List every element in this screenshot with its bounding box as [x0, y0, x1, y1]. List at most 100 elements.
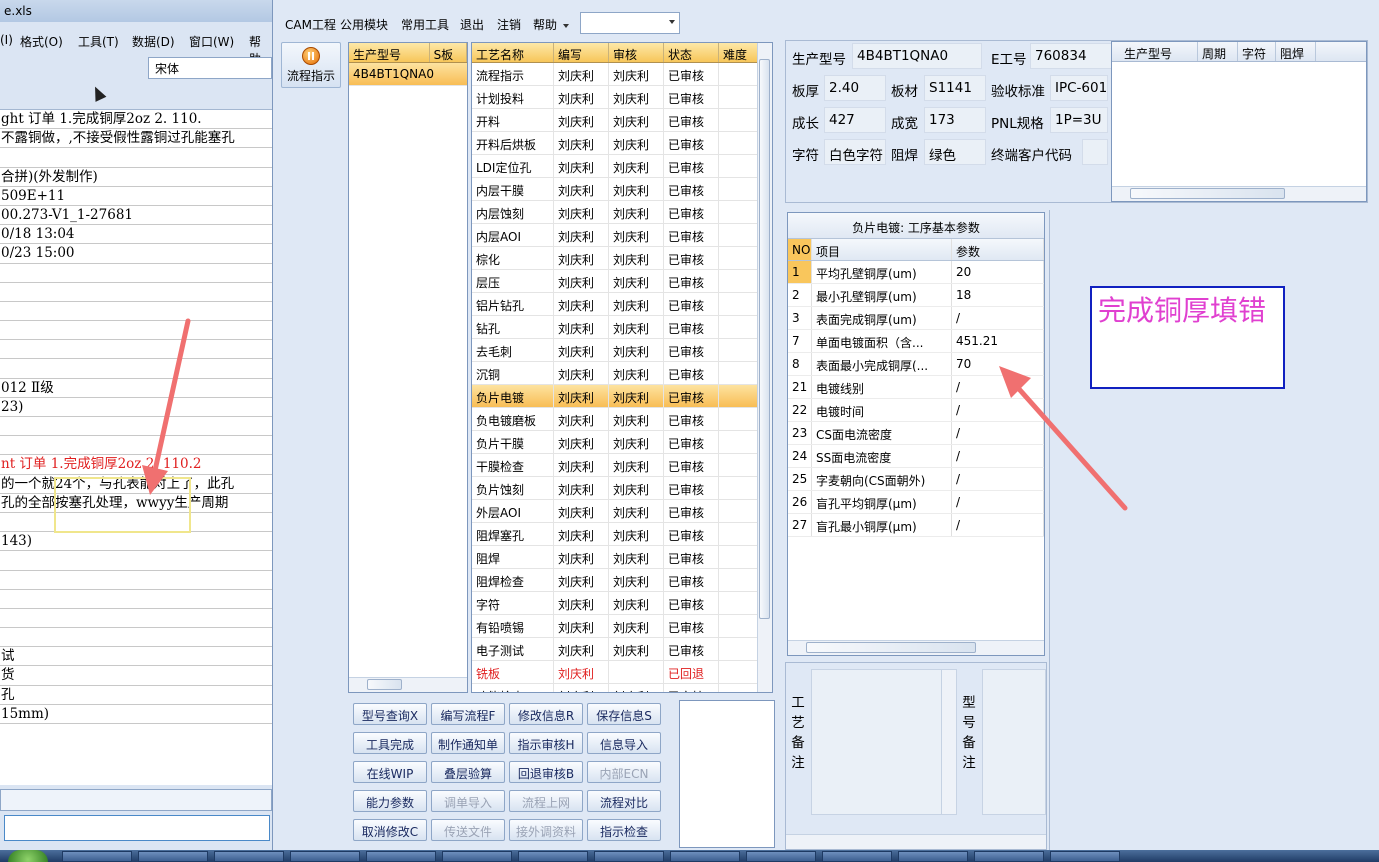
excel-input-bar[interactable]: [4, 815, 270, 841]
col-item[interactable]: 项目: [812, 239, 952, 260]
taskbar-app[interactable]: [898, 851, 968, 862]
excel-menu-data[interactable]: 数据(D): [132, 33, 175, 50]
col-no[interactable]: NO: [788, 239, 812, 260]
action-button[interactable]: 指示检查: [587, 819, 661, 841]
action-button[interactable]: 修改信息R: [509, 703, 583, 725]
action-button[interactable]: 叠层验算: [431, 761, 505, 783]
taskbar-app[interactable]: [366, 851, 436, 862]
taskbar-app[interactable]: [138, 851, 208, 862]
col-process-name[interactable]: 工艺名称: [472, 43, 554, 62]
excel-row[interactable]: [0, 321, 272, 341]
process-row[interactable]: 负片蚀刻 刘庆利 刘庆利 已审核: [472, 477, 772, 500]
menu-common-module[interactable]: 公用模块: [340, 16, 388, 33]
process-row[interactable]: LDI定位孔 刘庆利 刘庆利 已审核: [472, 155, 772, 178]
start-button[interactable]: [8, 850, 48, 862]
process-row[interactable]: 外层AOI 刘庆利 刘庆利 已审核: [472, 500, 772, 523]
excel-row[interactable]: [0, 302, 272, 322]
taskbar-app[interactable]: [1050, 851, 1120, 862]
customer-field[interactable]: [1082, 139, 1108, 165]
process-row[interactable]: 干膜检查 刘庆利 刘庆利 已审核: [472, 454, 772, 477]
process-row[interactable]: 阻焊检查 刘庆利 刘庆利 已审核: [472, 569, 772, 592]
excel-row[interactable]: [0, 417, 272, 437]
col-s-board[interactable]: S板: [430, 43, 467, 62]
excel-row[interactable]: [0, 264, 272, 283]
process-row[interactable]: 流程指示 刘庆利 刘庆利 已审核: [472, 63, 772, 86]
process-row[interactable]: 钻孔 刘庆利 刘庆利 已审核: [472, 316, 772, 339]
process-row[interactable]: 铝片钻孔 刘庆利 刘庆利 已审核: [472, 293, 772, 316]
process-row[interactable]: 内层干膜 刘庆利 刘庆利 已审核: [472, 178, 772, 201]
col-reviewer[interactable]: 审核: [609, 43, 664, 62]
col-param[interactable]: 参数: [952, 239, 1044, 260]
taskbar-app[interactable]: [974, 851, 1044, 862]
action-button[interactable]: 调单导入: [431, 790, 505, 812]
col-prod-model[interactable]: 生产型号: [349, 43, 430, 62]
col-difficulty[interactable]: 难度: [719, 43, 759, 62]
excel-row[interactable]: 合拼)(外发制作): [0, 168, 272, 187]
action-button[interactable]: 在线WIP: [353, 761, 427, 783]
process-row[interactable]: 负片干膜 刘庆利 刘庆利 已审核: [472, 431, 772, 454]
toolbar-combo[interactable]: [580, 12, 680, 34]
excel-row[interactable]: [0, 590, 272, 609]
excel-row[interactable]: 012 Ⅱ级: [0, 379, 272, 398]
col-prod-model[interactable]: 生产型号: [1112, 42, 1198, 61]
process-row[interactable]: 内层AOI 刘庆利 刘庆利 已审核: [472, 224, 772, 247]
menu-common-tools[interactable]: 常用工具: [401, 16, 449, 33]
excel-row[interactable]: [0, 609, 272, 629]
taskbar-app[interactable]: [670, 851, 740, 862]
param-row[interactable]: 7 单面电镀面积（含... 451.21: [788, 330, 1044, 353]
excel-row[interactable]: 0/18 13:04: [0, 225, 272, 245]
excel-row[interactable]: [0, 283, 272, 302]
excel-row[interactable]: 试: [0, 647, 272, 667]
standard-field[interactable]: IPC-601: [1050, 75, 1108, 101]
action-button[interactable]: 指示审核H: [509, 732, 583, 754]
process-row[interactable]: 去毛刺 刘庆利 刘庆利 已审核: [472, 339, 772, 362]
action-button[interactable]: 编写流程F: [431, 703, 505, 725]
action-button[interactable]: 回退审核B: [509, 761, 583, 783]
taskbar-app[interactable]: [594, 851, 664, 862]
scroll-thumb[interactable]: [759, 59, 770, 619]
excel-font-input[interactable]: 宋体: [148, 57, 272, 79]
process-row[interactable]: 开料后烘板 刘庆利 刘庆利 已审核: [472, 132, 772, 155]
taskbar-app[interactable]: [518, 851, 588, 862]
length-field[interactable]: 427: [824, 107, 886, 133]
excel-row[interactable]: [0, 571, 272, 590]
process-row[interactable]: 阻焊塞孔 刘庆利 刘庆利 已审核: [472, 523, 772, 546]
action-button[interactable]: 制作通知单: [431, 732, 505, 754]
col-status[interactable]: 状态: [664, 43, 719, 62]
action-button[interactable]: 取消修改C: [353, 819, 427, 841]
process-row[interactable]: 字符 刘庆利 刘庆利 已审核: [472, 592, 772, 615]
process-row[interactable]: 负电镀磨板 刘庆利 刘庆利 已审核: [472, 408, 772, 431]
excel-row[interactable]: [0, 359, 272, 379]
action-button[interactable]: 工具完成: [353, 732, 427, 754]
pnl-field[interactable]: 1P=3U: [1050, 107, 1108, 133]
excel-row[interactable]: [0, 436, 272, 456]
process-row[interactable]: 有铅喷锡 刘庆利 刘庆利 已审核: [472, 615, 772, 638]
process-row[interactable]: 铣板 刘庆利 已回退: [472, 661, 772, 684]
taskbar-app[interactable]: [290, 851, 360, 862]
params-hscroll[interactable]: [788, 640, 1044, 655]
model-row[interactable]: 4B4BT1QNA0: [349, 63, 467, 86]
process-row[interactable]: 内层蚀刻 刘庆利 刘庆利 已审核: [472, 201, 772, 224]
scroll-thumb[interactable]: [806, 642, 976, 653]
action-button[interactable]: 保存信息S: [587, 703, 661, 725]
action-button[interactable]: 能力参数: [353, 790, 427, 812]
excel-row[interactable]: 509E+11: [0, 187, 272, 206]
process-row[interactable]: 负片电镀 刘庆利 刘庆利 已审核: [472, 385, 772, 408]
excel-menu-tools[interactable]: 工具(T): [78, 33, 119, 50]
excel-formula-bar[interactable]: [0, 789, 272, 811]
process-row[interactable]: 电子测试 刘庆利 刘庆利 已审核: [472, 638, 772, 661]
excel-row[interactable]: 00.273-V1_1-27681: [0, 206, 272, 226]
action-button[interactable]: 接外调资料: [509, 819, 583, 841]
remark-vscroll[interactable]: [941, 670, 956, 814]
process-remark-input[interactable]: [811, 669, 957, 815]
menu-cam-project[interactable]: CAM工程: [285, 16, 336, 33]
history-grid-hscroll[interactable]: [1112, 186, 1366, 201]
excel-menu-format[interactable]: 格式(O): [20, 33, 63, 50]
taskbar-app[interactable]: [214, 851, 284, 862]
excel-row[interactable]: [0, 551, 272, 571]
process-row[interactable]: 层压 刘庆利 刘庆利 已审核: [472, 270, 772, 293]
char-field[interactable]: 白色字符: [824, 139, 886, 165]
menu-help[interactable]: 帮助: [533, 16, 570, 33]
excel-row[interactable]: 23): [0, 398, 272, 417]
remarks-hscroll[interactable]: [786, 834, 1046, 849]
